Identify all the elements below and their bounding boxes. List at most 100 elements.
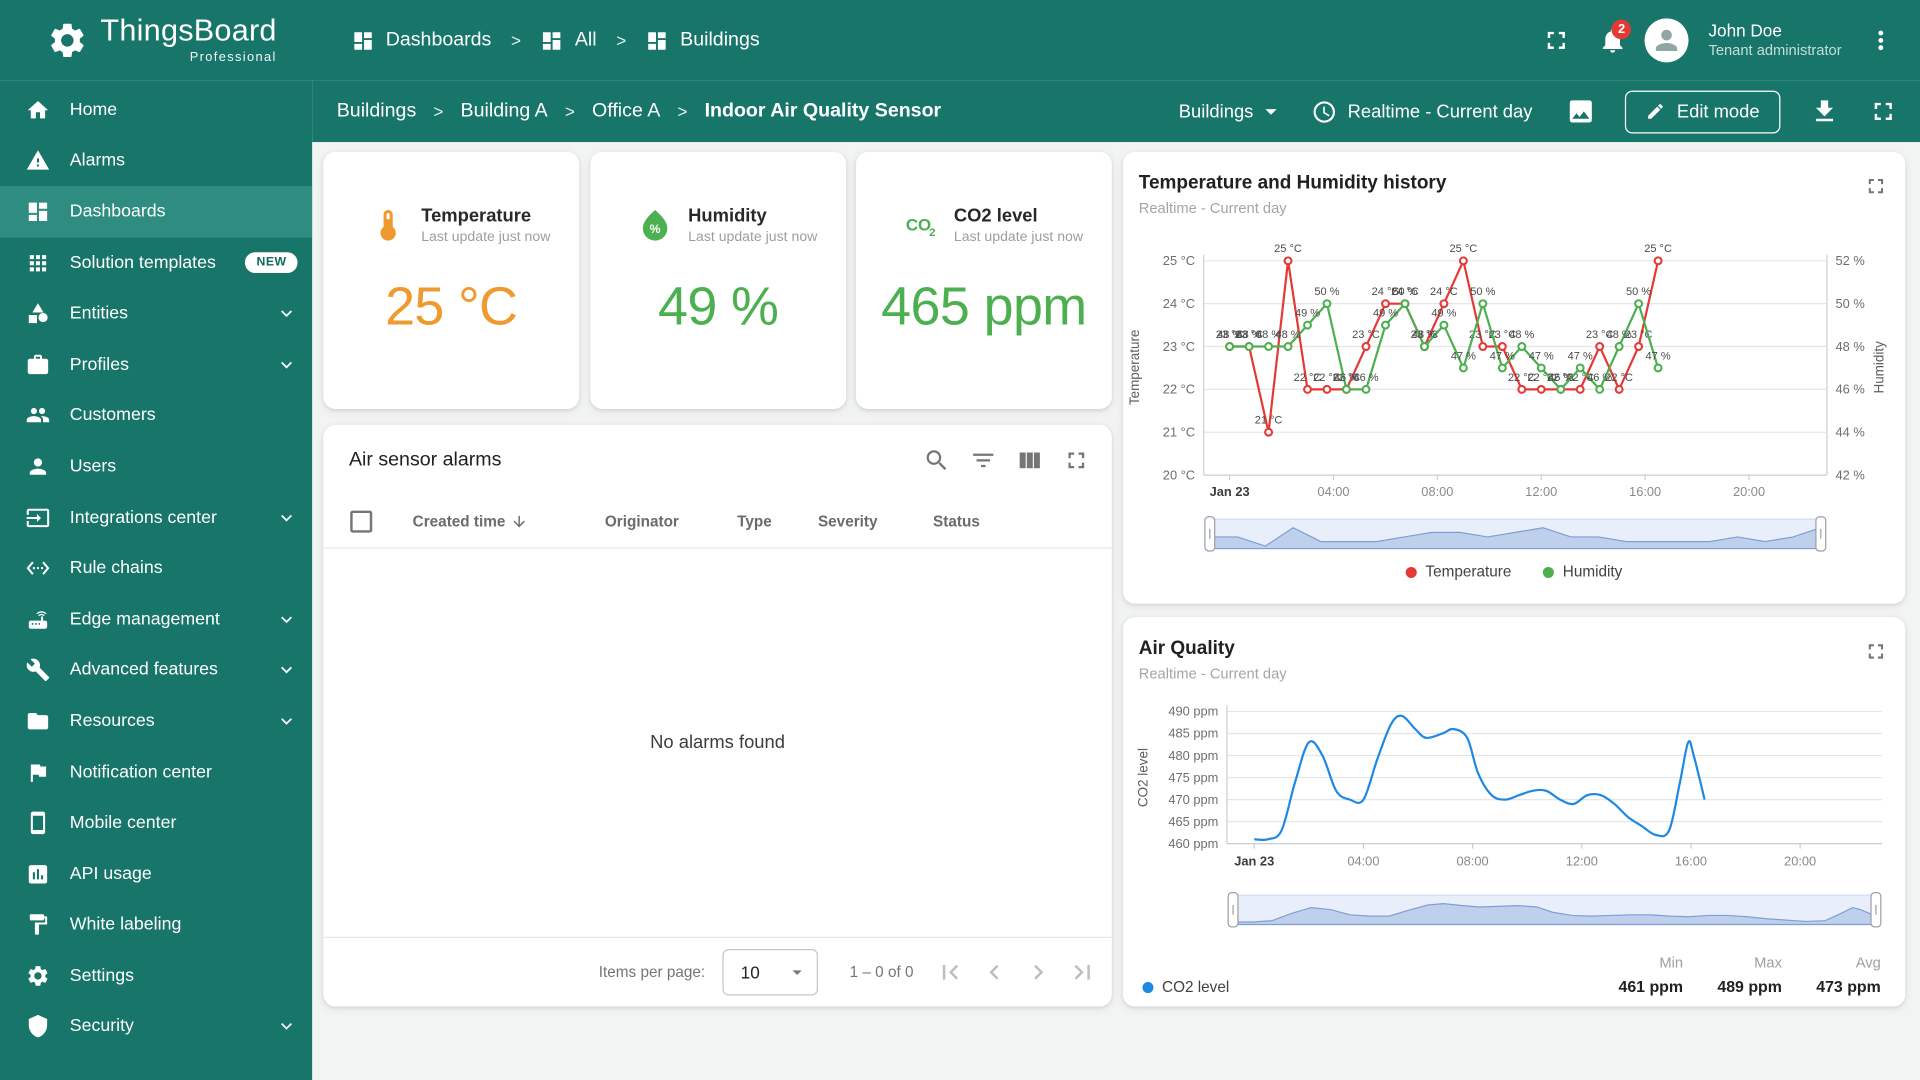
svg-text:47 %: 47 % bbox=[1646, 350, 1671, 362]
timewindow-value: Realtime - Current day bbox=[1347, 101, 1533, 122]
dashboard-crumb-office-a[interactable]: Office A bbox=[592, 100, 660, 122]
column-header-status[interactable]: Status bbox=[933, 513, 1038, 530]
notifications-button[interactable]: 2 bbox=[1588, 16, 1637, 65]
user-menu[interactable]: John Doe Tenant administrator bbox=[1708, 20, 1841, 61]
build-icon bbox=[26, 658, 52, 682]
sidebar-item-rule-chains[interactable]: Rule chains bbox=[0, 543, 312, 594]
sidebar-item-notification-center[interactable]: Notification center bbox=[0, 747, 312, 798]
fullscreen-button[interactable] bbox=[1532, 16, 1581, 65]
sidebar-item-settings[interactable]: Settings bbox=[0, 950, 312, 1001]
prev-page-button[interactable] bbox=[980, 958, 1009, 987]
insert_chart-icon bbox=[26, 862, 52, 886]
apps-icon bbox=[26, 251, 52, 275]
more-menu-button[interactable] bbox=[1856, 16, 1905, 65]
person-icon bbox=[26, 454, 52, 478]
svg-text:Jan 23: Jan 23 bbox=[1210, 484, 1250, 499]
avatar[interactable] bbox=[1644, 18, 1689, 63]
dashboard-crumb-building-a[interactable]: Building A bbox=[461, 100, 548, 122]
sidebar-item-advanced-features[interactable]: Advanced features bbox=[0, 645, 312, 696]
warning-icon bbox=[26, 149, 52, 173]
widget-fullscreen-icon[interactable] bbox=[1864, 639, 1888, 663]
svg-text:49 %: 49 % bbox=[1373, 308, 1398, 320]
time-range-slider[interactable] bbox=[1204, 516, 1827, 553]
legend-dot bbox=[1543, 566, 1555, 578]
kpi-subtitle: Last update just now bbox=[688, 230, 818, 245]
legend-item-co2-level[interactable]: CO2 level bbox=[1142, 978, 1229, 996]
sidebar-item-alarms[interactable]: Alarms bbox=[0, 135, 312, 186]
legend-item-humidity[interactable]: Humidity bbox=[1543, 563, 1622, 580]
sidebar-item-home[interactable]: Home bbox=[0, 84, 312, 135]
format_paint-icon bbox=[26, 913, 52, 937]
thermometer-icon bbox=[370, 207, 407, 244]
filter-icon[interactable] bbox=[970, 447, 997, 474]
dashboard-crumb-buildings[interactable]: Buildings bbox=[337, 100, 417, 122]
settings-icon bbox=[26, 964, 52, 988]
chart-legend: CO2 level bbox=[1142, 978, 1229, 996]
caret-down-icon bbox=[1257, 98, 1284, 125]
select-all-checkbox[interactable] bbox=[350, 510, 373, 533]
folder-icon bbox=[26, 709, 52, 733]
top-header: ThingsBoard Professional Dashboards > All >… bbox=[0, 0, 1920, 81]
home-icon bbox=[26, 98, 52, 122]
widget-fullscreen-icon[interactable] bbox=[1864, 174, 1888, 198]
column-header-originator[interactable]: Originator bbox=[605, 513, 737, 530]
sidebar-item-profiles[interactable]: Profiles bbox=[0, 339, 312, 390]
legend-item-temperature[interactable]: Temperature bbox=[1405, 563, 1511, 580]
time-range-slider[interactable] bbox=[1227, 891, 1882, 928]
temperature-humidity-chart: 20 °C 21 °C 22 °C 23 °C 24 °C 25 °C 42 % 44 % 46… bbox=[1127, 243, 1886, 499]
sidebar-item-edge-management[interactable]: Edge management bbox=[0, 594, 312, 645]
image-gallery-button[interactable] bbox=[1557, 87, 1606, 136]
dashboard-fullscreen-button[interactable] bbox=[1859, 87, 1908, 136]
sidebar-item-security[interactable]: Security bbox=[0, 1001, 312, 1052]
sidebar-item-entities[interactable]: Entities bbox=[0, 288, 312, 339]
svg-text:46 %: 46 % bbox=[1587, 372, 1612, 384]
next-page-button[interactable] bbox=[1024, 958, 1053, 987]
sidebar-item-solution-templates[interactable]: Solution templates NEW bbox=[0, 237, 312, 288]
first-page-button[interactable] bbox=[936, 958, 965, 987]
svg-text:48 %: 48 % bbox=[1412, 329, 1437, 341]
sidebar-item-integrations-center[interactable]: Integrations center bbox=[0, 492, 312, 543]
columns-icon[interactable] bbox=[1016, 447, 1043, 474]
column-header-type[interactable]: Type bbox=[737, 513, 818, 530]
edit-mode-button[interactable]: Edit mode bbox=[1625, 90, 1781, 133]
last-page-button[interactable] bbox=[1068, 958, 1097, 987]
sidebar-item-mobile-center[interactable]: Mobile center bbox=[0, 798, 312, 849]
breadcrumb-item-buildings[interactable]: Buildings bbox=[646, 29, 760, 52]
caret-down-icon bbox=[786, 961, 808, 983]
new-badge: NEW bbox=[245, 252, 298, 274]
svg-text:485 ppm: 485 ppm bbox=[1168, 726, 1218, 741]
chart-subtitle: Realtime - Current day bbox=[1138, 199, 1287, 217]
sidebar-item-customers[interactable]: Customers bbox=[0, 390, 312, 441]
breadcrumb-item-dashboards[interactable]: Dashboards bbox=[351, 29, 491, 52]
input-icon bbox=[26, 505, 52, 529]
sidebar-item-dashboards[interactable]: Dashboards bbox=[0, 186, 313, 238]
sidebar-item-users[interactable]: Users bbox=[0, 441, 312, 492]
kpi-title: Temperature bbox=[421, 205, 532, 227]
kpi-title: Humidity bbox=[688, 205, 767, 227]
download-button[interactable] bbox=[1800, 87, 1849, 136]
kpi-card-co2-level: CO 2 CO2 level Last update just now 465 ppm bbox=[855, 151, 1112, 409]
kpi-value: 465 ppm bbox=[881, 276, 1087, 337]
svg-text:Jan 23: Jan 23 bbox=[1234, 854, 1274, 869]
breadcrumb-item-all[interactable]: All bbox=[541, 29, 597, 52]
kpi-card-humidity: % Humidity Last update just now 49 % bbox=[590, 151, 847, 409]
kpi-value: 25 °C bbox=[385, 276, 518, 337]
column-header-created-time[interactable]: Created time bbox=[413, 513, 605, 530]
svg-text:23 °C: 23 °C bbox=[1352, 329, 1380, 341]
sidebar-item-resources[interactable]: Resources bbox=[0, 696, 312, 747]
timewindow-button[interactable]: Realtime - Current day bbox=[1311, 99, 1532, 125]
search-icon[interactable] bbox=[923, 447, 950, 474]
sidebar-item-white-labeling[interactable]: White labeling bbox=[0, 899, 312, 950]
widget-fullscreen-icon[interactable] bbox=[1063, 447, 1090, 474]
items-per-page-select[interactable]: 10 bbox=[722, 948, 818, 996]
svg-text:50 %: 50 % bbox=[1470, 286, 1495, 298]
app-logo[interactable]: ThingsBoard Professional bbox=[0, 15, 312, 65]
states-select[interactable]: Buildings bbox=[1179, 98, 1284, 125]
sidebar-item-api-usage[interactable]: API usage bbox=[0, 848, 312, 899]
chart-title: Temperature and Humidity history bbox=[1138, 172, 1447, 194]
alarms-title: Air sensor alarms bbox=[348, 449, 502, 471]
svg-text:24 °C: 24 °C bbox=[1430, 286, 1458, 298]
svg-text:12:00: 12:00 bbox=[1525, 484, 1557, 499]
sort-desc-icon bbox=[510, 513, 527, 530]
column-header-severity[interactable]: Severity bbox=[818, 513, 933, 530]
